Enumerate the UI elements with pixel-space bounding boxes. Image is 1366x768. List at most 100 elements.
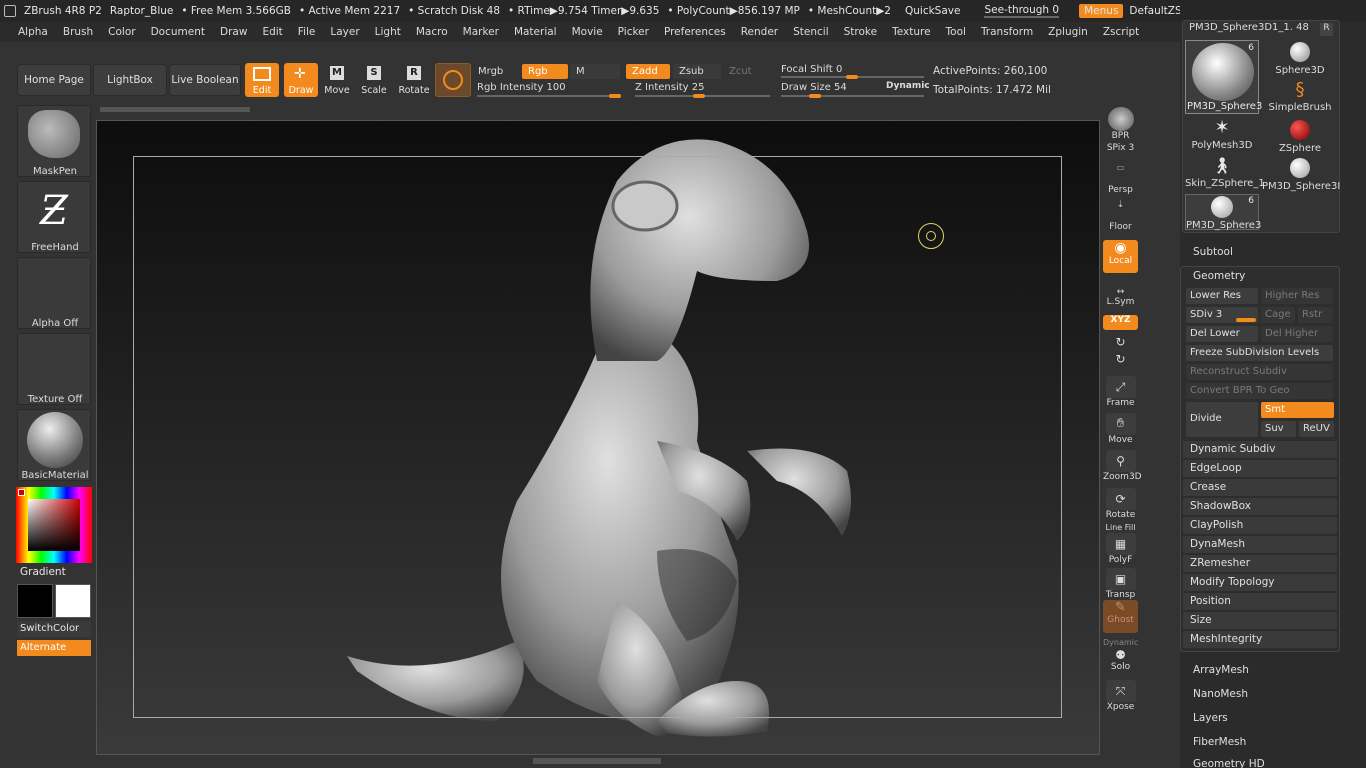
bottom-tray-handle[interactable] [533, 758, 661, 764]
m-button[interactable]: M [570, 64, 620, 79]
draw-size-slider[interactable] [781, 95, 924, 97]
material-slot[interactable]: BasicMaterial [17, 409, 91, 481]
subtool-section[interactable]: Subtool [1193, 246, 1233, 258]
z-intensity-knob[interactable] [693, 94, 705, 98]
menu-zscript[interactable]: Zscript [1103, 26, 1139, 38]
modify-topology-item[interactable]: Modify Topology [1182, 573, 1338, 592]
menus-button[interactable]: Menus [1079, 4, 1124, 18]
edgeloop-item[interactable]: EdgeLoop [1182, 459, 1338, 478]
rotate-z-icon[interactable]: ↻ [1103, 352, 1138, 366]
zadd-button[interactable]: Zadd [626, 64, 670, 79]
switch-color-button[interactable]: SwitchColor [17, 621, 91, 637]
cage-button[interactable]: Cage [1261, 307, 1295, 323]
rotate-view-button[interactable]: ⟳ Rotate [1103, 488, 1138, 520]
zsub-button[interactable]: Zsub [673, 64, 721, 79]
subtool-thumb-active[interactable]: 6 PM3D_Sphere3 [1185, 40, 1262, 114]
geometry-section[interactable]: Geometry [1193, 270, 1245, 282]
xyz-button[interactable]: XYZ [1103, 315, 1138, 330]
rotate-y-icon[interactable]: ↻ [1103, 335, 1138, 349]
polymesh3d-tool[interactable]: ✶ PolyMesh3D [1185, 118, 1259, 154]
menu-edit[interactable]: Edit [262, 26, 282, 38]
solo-button[interactable]: ⚉ Solo [1103, 648, 1138, 672]
rotate-button[interactable]: R Rotate [397, 63, 431, 97]
draw-size-knob[interactable] [809, 94, 821, 98]
suv-toggle[interactable]: Suv [1261, 421, 1296, 437]
menu-color[interactable]: Color [108, 26, 135, 38]
fibermesh-section[interactable]: FiberMesh [1193, 736, 1246, 748]
scale-button[interactable]: S Scale [357, 63, 391, 97]
menu-tool[interactable]: Tool [946, 26, 966, 38]
move-view-button[interactable]: ✋︎ Move [1103, 413, 1138, 445]
crease-item[interactable]: Crease [1182, 478, 1338, 497]
gradient-label[interactable]: Gradient [20, 566, 66, 578]
del-lower-button[interactable]: Del Lower [1186, 326, 1258, 342]
higher-res-button[interactable]: Higher Res [1261, 288, 1333, 304]
xpose-button[interactable]: ⤧ Xpose [1103, 680, 1138, 712]
divide-button[interactable]: Divide [1186, 402, 1258, 437]
rgb-intensity-slider[interactable] [477, 95, 621, 97]
menu-movie[interactable]: Movie [572, 26, 603, 38]
menu-stencil[interactable]: Stencil [793, 26, 829, 38]
menu-render[interactable]: Render [741, 26, 778, 38]
dynamesh-item[interactable]: DynaMesh [1182, 535, 1338, 554]
simplebrush-tool[interactable]: § SimpleBrush [1262, 80, 1338, 116]
menu-marker[interactable]: Marker [463, 26, 499, 38]
rstr-button[interactable]: Rstr [1298, 307, 1333, 323]
menu-zplugin[interactable]: Zplugin [1048, 26, 1088, 38]
menu-alpha[interactable]: Alpha [18, 26, 48, 38]
brush-slot[interactable]: MaskPen [17, 105, 91, 177]
gizmo-button[interactable] [435, 63, 471, 97]
layers-section[interactable]: Layers [1193, 712, 1228, 724]
menu-material[interactable]: Material [514, 26, 557, 38]
sdiv-knob[interactable] [1236, 318, 1256, 322]
menu-stroke[interactable]: Stroke [844, 26, 877, 38]
main-color-swatch[interactable] [17, 584, 53, 618]
draw-button[interactable]: ✛ Draw [284, 63, 318, 97]
menu-file[interactable]: File [298, 26, 316, 38]
zcut-button[interactable]: Zcut [723, 64, 771, 79]
persp-button[interactable]: ▭ Persp [1103, 163, 1138, 195]
move-button[interactable]: M Move [320, 63, 354, 97]
menu-light[interactable]: Light [375, 26, 401, 38]
texture-slot[interactable]: Texture Off [17, 333, 91, 405]
zsphere-tool[interactable]: ZSphere [1262, 118, 1338, 154]
lsym-button[interactable]: ↔ L.Sym [1103, 287, 1138, 307]
polyf-button[interactable]: ▦ PolyF [1103, 533, 1138, 565]
stroke-slot[interactable]: Ƶ FreeHand [17, 181, 91, 253]
secondary-color-swatch[interactable] [55, 584, 91, 618]
quicksave-button[interactable]: QuickSave [905, 5, 960, 17]
menu-macro[interactable]: Macro [416, 26, 448, 38]
dynamic-subdiv-item[interactable]: Dynamic Subdiv [1182, 440, 1338, 459]
home-page-button[interactable]: Home Page [17, 64, 91, 96]
reuv-button[interactable]: ReUV [1299, 421, 1334, 437]
menu-draw[interactable]: Draw [220, 26, 247, 38]
edit-button[interactable]: Edit [245, 63, 279, 97]
del-higher-button[interactable]: Del Higher [1261, 326, 1333, 342]
nanomesh-section[interactable]: NanoMesh [1193, 688, 1248, 700]
see-through-slider[interactable]: See-through 0 [984, 4, 1060, 18]
menu-picker[interactable]: Picker [618, 26, 649, 38]
sphere3d-tool[interactable]: Sphere3D [1262, 40, 1338, 76]
live-boolean-button[interactable]: Live Boolean [169, 64, 241, 96]
frame-button[interactable]: ⤢ Frame [1103, 376, 1138, 408]
freeze-subdiv-button[interactable]: Freeze SubDivision Levels [1186, 345, 1333, 361]
convert-bpr-button[interactable]: Convert BPR To Geo [1186, 383, 1333, 399]
canvas-scrollbar[interactable] [100, 107, 250, 112]
menu-brush[interactable]: Brush [63, 26, 93, 38]
focal-shift-knob[interactable] [846, 75, 858, 79]
meshintegrity-item[interactable]: MeshIntegrity [1182, 630, 1338, 649]
menu-transform[interactable]: Transform [981, 26, 1033, 38]
pm3d-sphere-tool-2[interactable]: 6 PM3D_Sphere3 [1185, 194, 1261, 231]
smt-toggle[interactable]: Smt [1261, 402, 1334, 418]
pm3d-sphere-tool[interactable]: PM3D_Sphere3I [1262, 156, 1340, 192]
bpr-button[interactable]: BPR [1103, 107, 1138, 141]
rgb-intensity-knob[interactable] [609, 94, 621, 98]
rgb-button[interactable]: Rgb [522, 64, 568, 79]
size-item[interactable]: Size [1182, 611, 1338, 630]
geometry-hd-section[interactable]: Geometry HD [1193, 758, 1265, 768]
position-item[interactable]: Position [1182, 592, 1338, 611]
skin-zsphere-tool[interactable]: 🚶︎ Skin_ZSphere_1 [1185, 156, 1265, 192]
transp-button[interactable]: ▣ Transp [1103, 568, 1138, 600]
zremesher-item[interactable]: ZRemesher [1182, 554, 1338, 573]
alpha-slot[interactable]: Alpha Off [17, 257, 91, 329]
